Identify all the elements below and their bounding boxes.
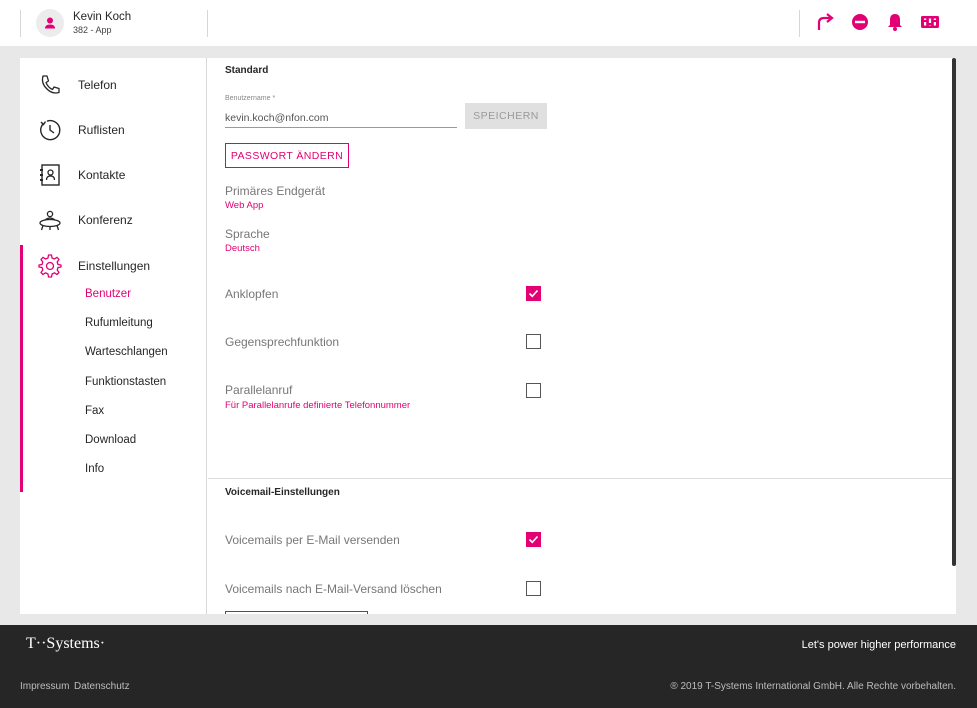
save-button[interactable]: SPEICHERN xyxy=(465,103,547,129)
parallel-call-label: Parallelanruf xyxy=(225,383,293,397)
voicemail-delete-label: Voicemails nach E-Mail-Versand löschen xyxy=(225,582,442,596)
header-divider xyxy=(20,10,21,37)
voicemail-email-label: Voicemails per E-Mail versenden xyxy=(225,533,400,547)
sidebar: Telefon Ruflisten Kontakte Konferenz Ein… xyxy=(20,58,207,614)
do-not-disturb-icon[interactable] xyxy=(849,11,871,33)
voicemail-delete-checkbox[interactable] xyxy=(526,581,541,596)
tagline: Let's power higher performance xyxy=(801,639,956,651)
footer: T··Systems· Let's power higher performan… xyxy=(0,625,977,708)
section-divider xyxy=(208,478,953,479)
subnav-item-fax[interactable]: Fax xyxy=(85,405,104,417)
parallel-call-number[interactable]: Für Parallelanrufe definierte Telefonnum… xyxy=(225,400,410,411)
subnav-item-download[interactable]: Download xyxy=(85,434,136,446)
call-forward-icon[interactable] xyxy=(814,11,836,33)
header-divider xyxy=(799,10,800,37)
copyright: ® 2019 T-Systems International GmbH. All… xyxy=(670,681,956,692)
sidebar-item-einstellungen[interactable]: Einstellungen xyxy=(20,246,206,286)
intercom-checkbox[interactable] xyxy=(526,334,541,349)
settings-content: Standard Benutzername * SPEICHERN PASSWO… xyxy=(208,58,953,614)
username-field[interactable] xyxy=(225,108,457,128)
section-title-voicemail: Voicemail-Einstellungen xyxy=(225,487,340,498)
main-panel: Telefon Ruflisten Kontakte Konferenz Ein… xyxy=(20,58,956,614)
username-label: Benutzername * xyxy=(225,95,276,102)
sidebar-item-label: Kontakte xyxy=(78,168,126,182)
subnav-item-rufumleitung[interactable]: Rufumleitung xyxy=(85,317,153,329)
switchboard-icon[interactable] xyxy=(919,11,941,33)
sidebar-item-label: Einstellungen xyxy=(78,259,151,273)
parallel-call-checkbox[interactable] xyxy=(526,383,541,398)
subnav-item-funktionstasten[interactable]: Funktionstasten xyxy=(85,376,166,388)
user-extension: 382 - App xyxy=(73,25,112,35)
sidebar-item-konferenz[interactable]: Konferenz xyxy=(20,200,206,240)
sidebar-item-telefon[interactable]: Telefon xyxy=(20,65,206,105)
top-bar: Kevin Koch 382 - App xyxy=(0,0,977,46)
sidebar-item-label: Ruflisten xyxy=(78,123,125,137)
gear-icon xyxy=(38,254,62,278)
sidebar-item-label: Konferenz xyxy=(78,213,133,227)
user-name: Kevin Koch xyxy=(73,11,132,23)
call-waiting-checkbox[interactable] xyxy=(526,286,541,301)
t-systems-logo[interactable]: T··Systems· xyxy=(26,635,105,653)
bell-icon[interactable] xyxy=(884,11,906,33)
section-title-standard: Standard xyxy=(225,65,269,76)
change-password-button[interactable]: PASSWORT ÄNDERN xyxy=(225,143,349,168)
impressum-link[interactable]: Impressum xyxy=(20,681,69,692)
check-icon xyxy=(528,535,539,544)
language-value[interactable]: Deutsch xyxy=(225,243,260,254)
sidebar-item-label: Telefon xyxy=(78,78,117,92)
intercom-label: Gegensprechfunktion xyxy=(225,335,340,349)
clock-icon xyxy=(40,119,61,141)
conference-icon xyxy=(39,210,61,231)
subnav-item-benutzer[interactable]: Benutzer xyxy=(85,288,131,300)
primary-device-value[interactable]: Web App xyxy=(225,200,263,211)
datenschutz-link[interactable]: Datenschutz xyxy=(74,681,130,692)
user-icon xyxy=(45,17,55,29)
language-label: Sprache xyxy=(225,227,270,241)
subnav-item-warteschlangen[interactable]: Warteschlangen xyxy=(85,346,168,358)
contacts-icon xyxy=(40,164,60,186)
scrollbar[interactable] xyxy=(952,58,956,566)
sidebar-item-kontakte[interactable]: Kontakte xyxy=(20,155,206,195)
avatar[interactable] xyxy=(36,9,64,37)
partially-visible-button[interactable] xyxy=(225,611,368,614)
check-icon xyxy=(528,289,539,298)
call-waiting-label: Anklopfen xyxy=(225,287,279,301)
subnav-item-info[interactable]: Info xyxy=(85,463,104,475)
voicemail-email-checkbox[interactable] xyxy=(526,532,541,547)
primary-device-label: Primäres Endgerät xyxy=(225,184,326,198)
phone-icon xyxy=(41,75,60,94)
active-indicator xyxy=(20,245,23,492)
header-divider xyxy=(207,10,208,37)
sidebar-item-ruflisten[interactable]: Ruflisten xyxy=(20,110,206,150)
